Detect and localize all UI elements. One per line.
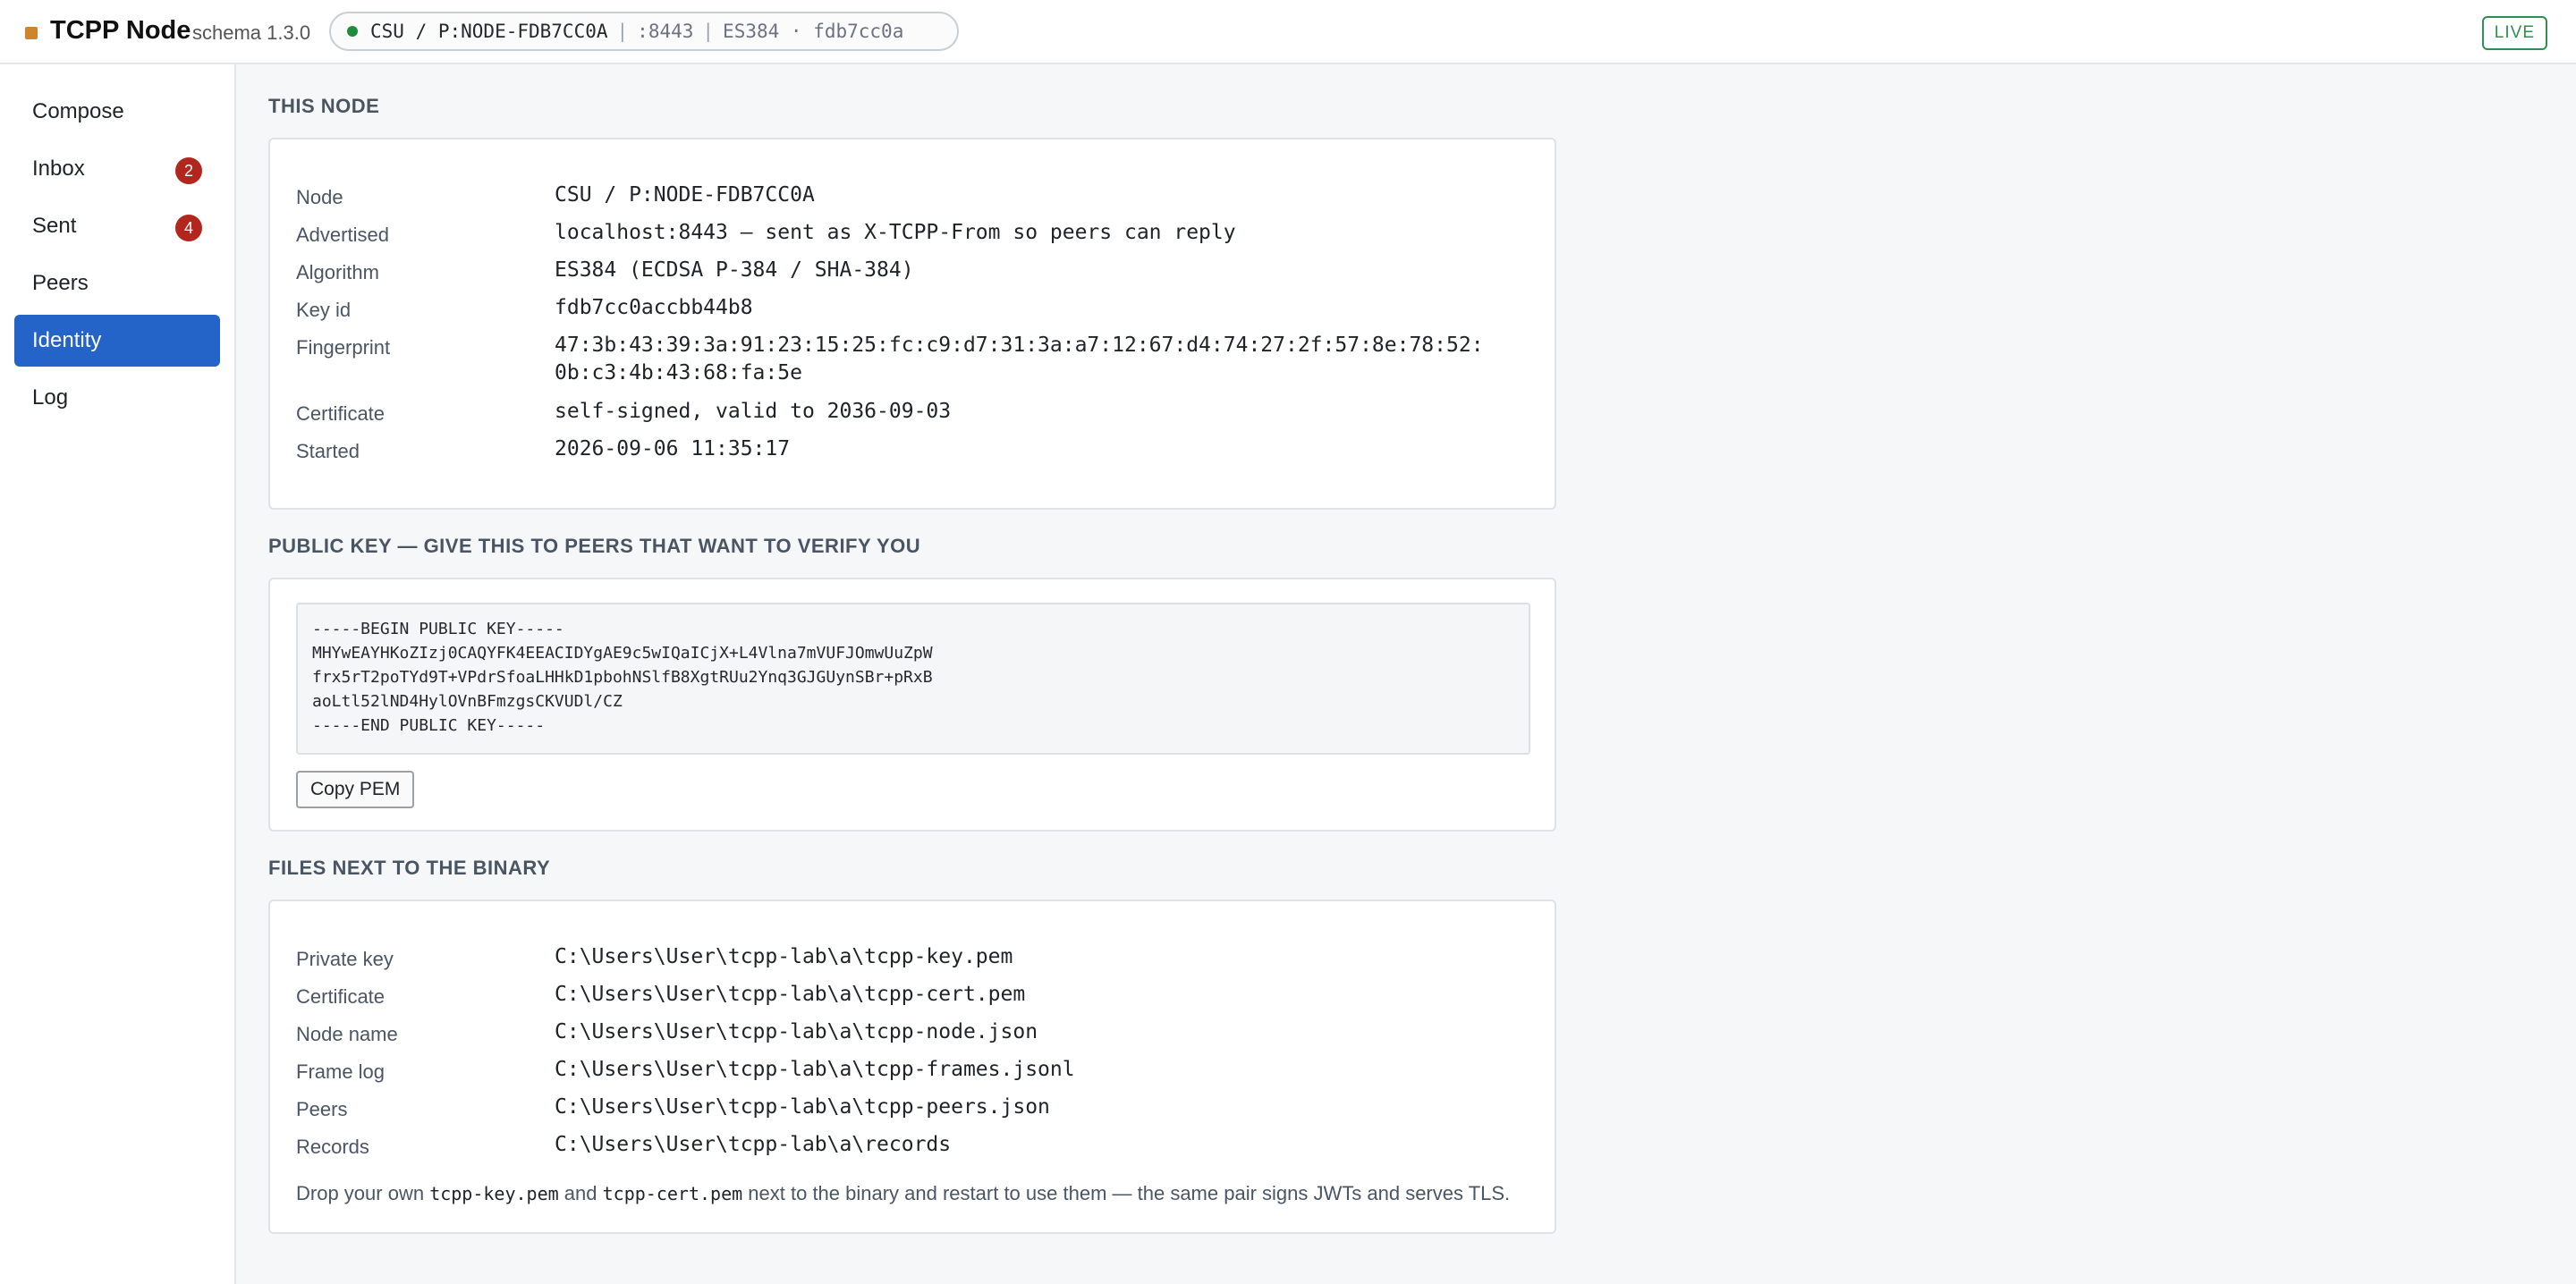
peers-file-label: Peers [296, 1098, 348, 1120]
sidebar-item-label: Identity [32, 328, 102, 352]
chip-node: CSU / P:NODE-FDB7CC0A [370, 21, 608, 42]
certificate-file-path: C:\Users\User\tcpp-lab\a\tcpp-cert.pem [555, 983, 1026, 1006]
hint-prefix: Drop your own [296, 1182, 430, 1204]
chip-separator: | [702, 21, 715, 42]
public-key-card: -----BEGIN PUBLIC KEY----- MHYwEAYHKoZIz… [268, 578, 1556, 832]
sidebar-item-peers[interactable]: Peers [14, 258, 220, 309]
sidebar-item-inbox[interactable]: Inbox 2 [14, 143, 220, 195]
records-path: C:\Users\User\tcpp-lab\a\records [555, 1133, 952, 1156]
fingerprint-label: Fingerprint [296, 336, 391, 359]
fingerprint-value: 47:3b:43:39:3a:91:23:15:25:fc:c9:d7:31:3… [555, 334, 1484, 384]
advertised-label: Advertised [296, 224, 389, 246]
node-chip: CSU / P:NODE-FDB7CC0A | :8443 | ES384 · … [329, 12, 959, 51]
certificate-file-label: Certificate [296, 985, 386, 1008]
private-key-path: C:\Users\User\tcpp-lab\a\tcpp-key.pem [555, 945, 1013, 968]
frame-log-path: C:\Users\User\tcpp-lab\a\tcpp-frames.jso… [555, 1058, 1075, 1081]
schema-version: schema 1.3.0 [192, 21, 311, 44]
node-label: Node [296, 186, 343, 208]
chip-algo-key: ES384 · fdb7cc0a [723, 21, 904, 42]
hint-mid: and [558, 1182, 603, 1204]
hint-key-file: tcpp-key.pem [429, 1183, 559, 1204]
hint-suffix: next to the binary and restart to use th… [742, 1182, 1511, 1204]
sidebar-item-sent[interactable]: Sent 4 [14, 200, 220, 252]
key-id-value: fdb7cc0accbb44b8 [555, 296, 753, 319]
app-title: TCPP Node [50, 16, 191, 45]
status-dot-icon [347, 26, 358, 37]
live-status-badge: LIVE [2481, 16, 2547, 50]
started-label: Started [296, 440, 360, 462]
sidebar-item-label: Peers [32, 271, 89, 295]
sidebar-item-label: Inbox [32, 156, 85, 181]
advertised-value: localhost:8443 — sent as X-TCPP-From so … [555, 221, 1236, 244]
section-title-public-key: PUBLIC KEY — GIVE THIS TO PEERS THAT WAN… [268, 535, 921, 557]
certificate-value: self-signed, valid to 2036-09-03 [555, 400, 952, 423]
sidebar-item-label: Log [32, 385, 69, 410]
public-key-pem[interactable]: -----BEGIN PUBLIC KEY----- MHYwEAYHKoZIz… [296, 603, 1530, 755]
files-hint: Drop your own tcpp-key.pem and tcpp-cert… [296, 1182, 1510, 1205]
top-bar: TCPP Node schema 1.3.0 CSU / P:NODE-FDB7… [0, 0, 2576, 64]
node-name-label: Node name [296, 1023, 398, 1045]
key-id-label: Key id [296, 299, 352, 321]
sidebar-item-identity[interactable]: Identity [14, 315, 220, 367]
peers-file-path: C:\Users\User\tcpp-lab\a\tcpp-peers.json [555, 1095, 1050, 1119]
brand-logo-icon [25, 27, 38, 39]
hint-cert-file: tcpp-cert.pem [602, 1183, 743, 1204]
node-value: CSU / P:NODE-FDB7CC0A [555, 183, 815, 207]
this-node-card: Node CSU / P:NODE-FDB7CC0A Advertised lo… [268, 138, 1556, 510]
node-name-path: C:\Users\User\tcpp-lab\a\tcpp-node.json [555, 1020, 1038, 1043]
chip-separator: | [616, 21, 629, 42]
sidebar-item-label: Sent [32, 214, 77, 238]
sidebar-item-compose[interactable]: Compose [14, 86, 220, 138]
sidebar-item-log[interactable]: Log [14, 372, 220, 424]
sidebar: Compose Inbox 2 Sent 4 Peers Identity Lo… [0, 64, 236, 1284]
algorithm-value: ES384 (ECDSA P-384 / SHA-384) [555, 258, 914, 282]
records-label: Records [296, 1136, 369, 1158]
inbox-count-badge: 2 [175, 157, 202, 184]
frame-log-label: Frame log [296, 1060, 386, 1083]
algorithm-label: Algorithm [296, 261, 379, 283]
section-title-this-node: THIS NODE [268, 95, 380, 117]
files-card: Private key C:\Users\User\tcpp-lab\a\tcp… [268, 900, 1556, 1234]
sent-count-badge: 4 [175, 215, 202, 241]
private-key-label: Private key [296, 948, 394, 970]
chip-port: :8443 [637, 21, 694, 42]
copy-pem-button[interactable]: Copy PEM [296, 771, 415, 808]
sidebar-item-label: Compose [32, 99, 124, 123]
section-title-files: FILES NEXT TO THE BINARY [268, 857, 551, 879]
started-value: 2026-09-06 11:35:17 [555, 437, 791, 460]
certificate-label: Certificate [296, 402, 386, 425]
